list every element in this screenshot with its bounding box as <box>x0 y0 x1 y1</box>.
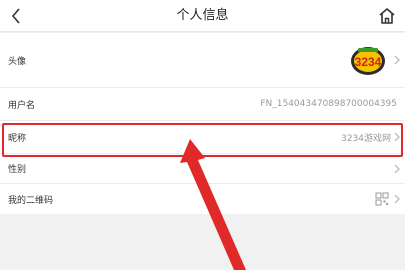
home-icon <box>379 8 395 24</box>
nickname-row[interactable]: 昵称 3234游戏网 <box>0 121 405 154</box>
top-bar: 个人信息 <box>0 0 405 32</box>
avatar: 3234 <box>351 47 385 75</box>
avatar-row[interactable]: 头像 3234 <box>0 33 405 88</box>
chevron-right-icon <box>393 54 401 66</box>
nickname-label: 昵称 <box>8 133 27 144</box>
page-title: 个人信息 <box>176 8 229 23</box>
avatar-label: 头像 <box>8 56 27 67</box>
gender-row[interactable]: 性别 <box>0 154 405 184</box>
chevron-right-icon <box>393 131 401 143</box>
username-value: FN_1540434708987000043​95 <box>260 99 397 109</box>
profile-list: 头像 3234 用户名 FN_1540434708987000043​95 昵称… <box>0 33 405 214</box>
username-label: 用户名 <box>8 100 36 111</box>
chevron-right-icon <box>393 163 401 175</box>
avatar-logo-text: 3234 <box>355 55 382 69</box>
username-row: 用户名 FN_1540434708987000043​95 <box>0 88 405 121</box>
home-button[interactable] <box>375 4 399 28</box>
gender-label: 性别 <box>8 165 27 175</box>
nickname-value: 3234游戏网 <box>341 133 391 144</box>
qr-code-row[interactable]: 我的二维码 <box>0 184 405 214</box>
qr-code-icon <box>375 192 389 206</box>
qr-code-label: 我的二维码 <box>8 195 54 206</box>
chevron-right-icon <box>393 193 401 205</box>
